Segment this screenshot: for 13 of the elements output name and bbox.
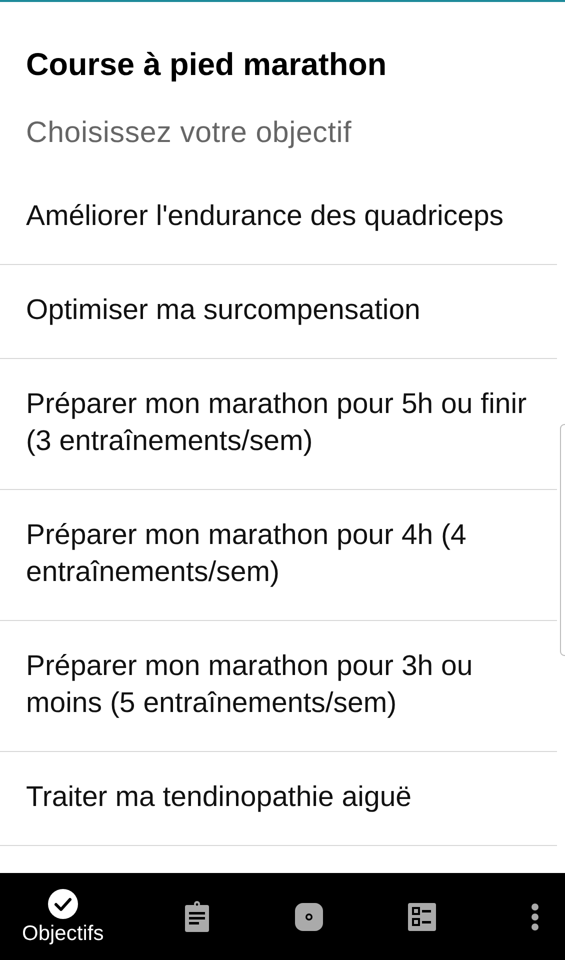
- goal-item[interactable]: Préparer mon marathon pour 3h ou moins (5 entraînements/sem): [0, 621, 557, 752]
- record-icon: [293, 900, 326, 932]
- goal-item[interactable]: Traiter ma tendinopathie aiguë: [0, 752, 557, 846]
- screen-subtitle: Choisissez votre objectif: [26, 115, 353, 151]
- objectives-tab[interactable]: Objectifs: [22, 873, 104, 960]
- more-icon: [530, 900, 540, 932]
- checklist-icon: [406, 900, 438, 932]
- check-icon: [46, 888, 79, 920]
- screen-title: Course à pied marathon: [26, 46, 388, 82]
- goal-item[interactable]: Améliorer l'endurance des quadriceps: [0, 171, 557, 265]
- goal-item[interactable]: Préparer mon marathon pour 4h (4 entraînements/sem): [0, 490, 557, 621]
- goal-item[interactable]: Préparer mon marathon pour 5h ou finir (3 entraînements/sem): [0, 359, 557, 490]
- goal-item[interactable]: Optimiser ma surcompensation: [0, 265, 557, 359]
